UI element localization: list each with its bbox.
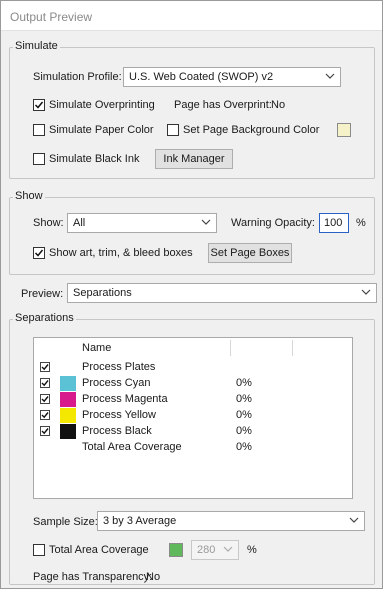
window-title: Output Preview [10, 10, 93, 24]
list-item[interactable]: Total Area Coverage 0% [34, 440, 352, 456]
show-group [9, 197, 375, 275]
simulate-paper-color-label: Simulate Paper Color [49, 124, 154, 136]
tac-color-swatch[interactable] [169, 543, 183, 557]
sample-size-label: Sample Size: [33, 516, 98, 528]
simulate-black-ink-checkbox[interactable] [33, 153, 45, 165]
set-page-bg-color-label: Set Page Background Color [183, 124, 320, 136]
simulate-black-ink-label: Simulate Black Ink [49, 153, 140, 165]
list-item[interactable]: Process Cyan 0% [34, 376, 352, 392]
simulation-profile-dropdown[interactable]: U.S. Web Coated (SWOP) v2 [123, 67, 341, 87]
separations-list[interactable]: Name Process Plates Process Cyan 0% Proc… [33, 337, 353, 499]
plate-name: Process Cyan [82, 377, 151, 389]
title-bar[interactable]: Output Preview [1, 1, 382, 31]
preview-dropdown[interactable]: Separations [67, 283, 377, 303]
plate-name: Process Black [82, 425, 152, 437]
show-dropdown[interactable]: All [67, 213, 217, 233]
show-group-label: Show [13, 190, 45, 202]
plate-checkbox[interactable] [40, 394, 50, 404]
simulate-paper-color-checkbox[interactable] [33, 124, 45, 136]
plate-name: Process Magenta [82, 393, 168, 405]
page-transparency-value: No [146, 571, 161, 583]
simulate-overprinting-checkbox[interactable] [33, 99, 45, 111]
warning-opacity-label: Warning Opacity: [231, 217, 315, 229]
simulation-profile-label: Simulation Profile: [33, 71, 122, 83]
tac-value: 280 [197, 544, 216, 556]
yellow-swatch [60, 408, 76, 423]
preview-value: Separations [73, 287, 132, 299]
list-item[interactable]: Process Magenta 0% [34, 392, 352, 408]
sample-size-value: 3 by 3 Average [103, 515, 177, 527]
page-overprint-label: Page has Overprint: [174, 99, 272, 111]
show-boxes-checkbox[interactable] [33, 247, 45, 259]
simulate-group-label: Simulate [13, 40, 60, 52]
plate-name: Process Plates [82, 361, 156, 373]
checkmark-icon [34, 249, 44, 257]
show-label: Show: [33, 217, 64, 229]
checkmark-icon [41, 428, 49, 435]
plate-name: Total Area Coverage [82, 441, 182, 453]
plate-checkbox[interactable] [40, 362, 50, 372]
simulate-overprinting-label: Simulate Overprinting [49, 99, 155, 111]
total-area-coverage-checkbox[interactable] [33, 544, 45, 556]
checkmark-icon [41, 396, 49, 403]
set-page-bg-color-checkbox[interactable] [167, 124, 179, 136]
page-transparency-label: Page has Transparency: [33, 571, 153, 583]
plate-name: Process Yellow [82, 409, 156, 421]
chevron-down-icon [201, 219, 211, 225]
plate-percent: 0% [236, 425, 252, 437]
separations-group-label: Separations [13, 312, 76, 324]
warning-opacity-percent: % [356, 217, 366, 229]
output-preview-window: Output Preview Simulate Simulation Profi… [0, 0, 383, 589]
plate-checkbox[interactable] [40, 426, 50, 436]
chevron-down-icon [223, 546, 233, 552]
black-swatch [60, 424, 76, 439]
preview-label: Preview: [21, 288, 64, 300]
plate-percent: 0% [236, 409, 252, 421]
column-divider [292, 340, 293, 356]
page-overprint-value: No [271, 99, 286, 111]
plate-percent: 0% [236, 393, 252, 405]
ink-manager-button[interactable]: Ink Manager [155, 149, 233, 169]
warning-opacity-input[interactable]: 100 [319, 213, 349, 233]
tac-value-dropdown[interactable]: 280 [191, 540, 239, 560]
checkmark-icon [41, 380, 49, 387]
total-area-coverage-label: Total Area Coverage [49, 544, 149, 556]
plate-percent: 0% [236, 441, 252, 453]
show-value: All [73, 217, 86, 229]
simulation-profile-value: U.S. Web Coated (SWOP) v2 [129, 71, 274, 83]
tac-percent: % [247, 544, 257, 556]
column-divider [230, 340, 231, 356]
plate-checkbox[interactable] [40, 378, 50, 388]
cyan-swatch [60, 376, 76, 391]
list-item[interactable]: Process Plates [34, 360, 352, 376]
sample-size-dropdown[interactable]: 3 by 3 Average [97, 511, 365, 531]
chevron-down-icon [325, 73, 335, 79]
plate-checkbox[interactable] [40, 410, 50, 420]
name-column-header[interactable]: Name [82, 342, 111, 354]
checkmark-icon [34, 101, 44, 109]
list-item[interactable]: Process Yellow 0% [34, 408, 352, 424]
magenta-swatch [60, 392, 76, 407]
plate-percent: 0% [236, 377, 252, 389]
set-page-boxes-button[interactable]: Set Page Boxes [208, 243, 292, 263]
chevron-down-icon [361, 289, 371, 295]
checkmark-icon [41, 412, 49, 419]
chevron-down-icon [349, 517, 359, 523]
show-boxes-label: Show art, trim, & bleed boxes [49, 247, 193, 259]
list-item[interactable]: Process Black 0% [34, 424, 352, 440]
checkmark-icon [41, 364, 49, 371]
page-bg-color-swatch[interactable] [337, 123, 351, 137]
